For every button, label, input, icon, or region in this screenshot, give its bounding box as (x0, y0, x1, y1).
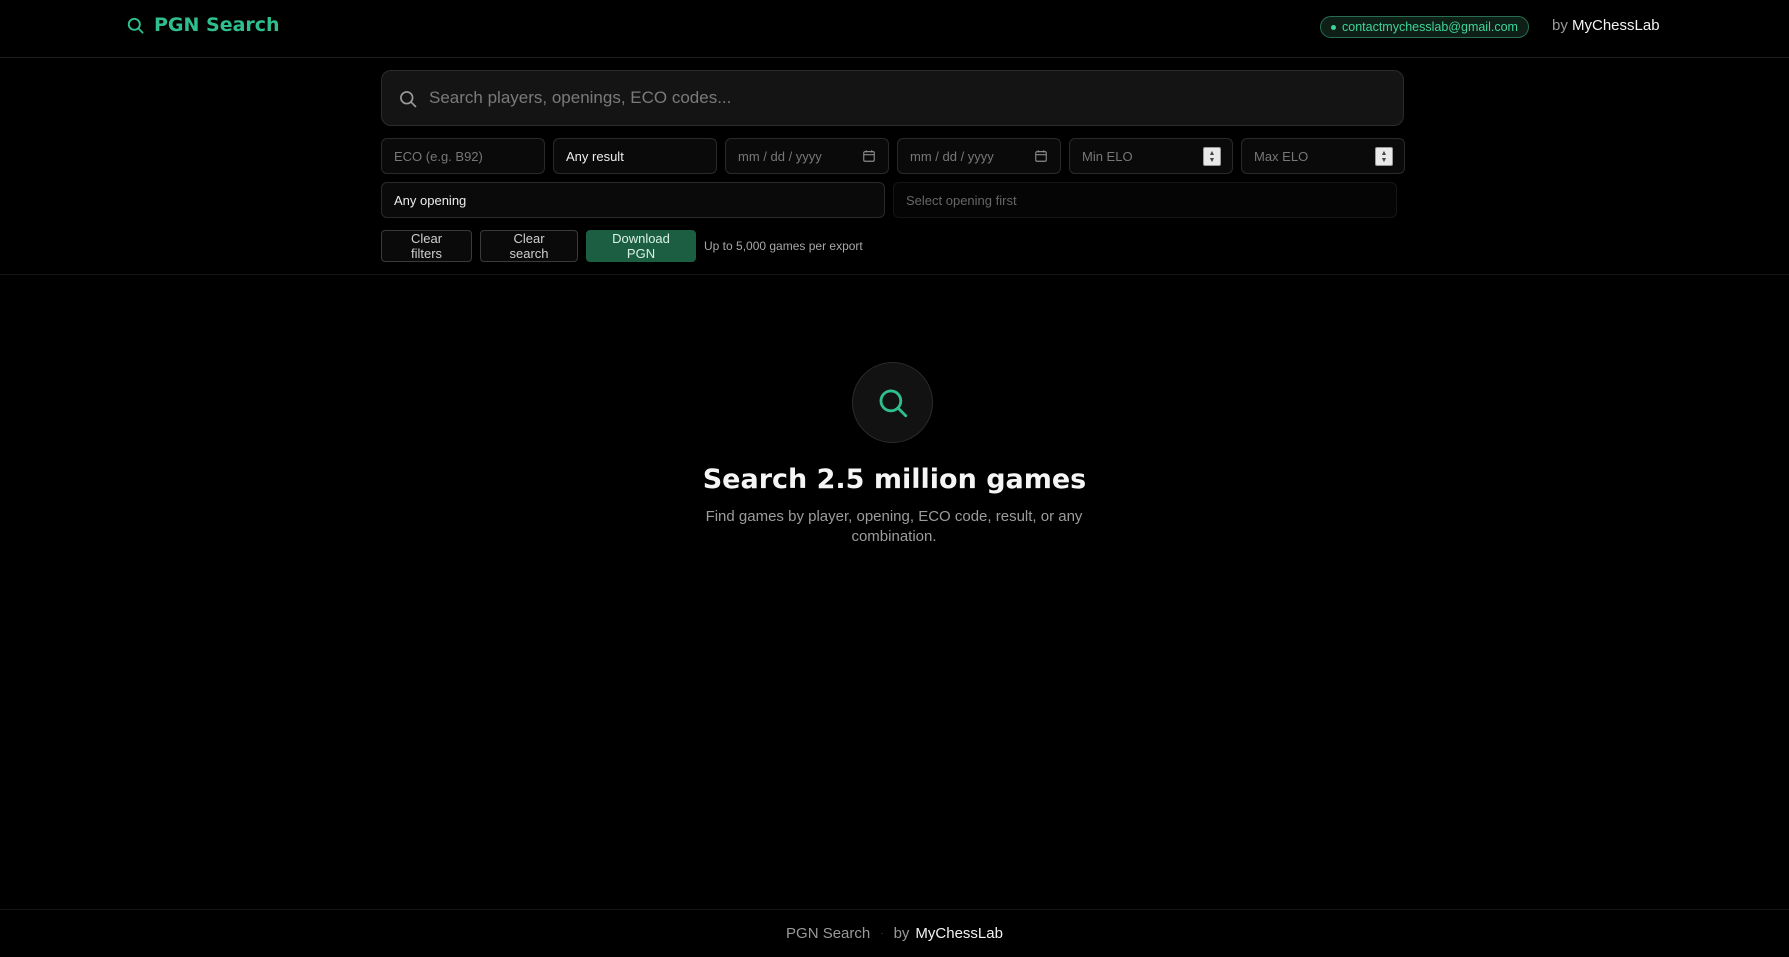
date-from-input[interactable] (738, 148, 876, 164)
footer-separator: · (880, 928, 884, 939)
min-elo-field[interactable]: ▲▼ (1069, 138, 1233, 174)
variation-select: Select opening first (893, 182, 1397, 218)
min-elo-input[interactable] (1082, 148, 1220, 164)
status-dot-icon (1331, 24, 1336, 30)
empty-state-icon (852, 362, 933, 443)
footer-by-prefix: by (893, 925, 910, 942)
search-icon (400, 91, 417, 108)
date-from-field[interactable] (725, 138, 889, 174)
footer-app-name: PGN Search (786, 925, 871, 942)
section-divider (0, 274, 1789, 275)
clear-filters-button[interactable]: Clear filters (381, 230, 472, 262)
result-select[interactable]: Any result (553, 138, 717, 174)
empty-state-title: Search 2.5 million games (702, 464, 1087, 495)
clear-search-button[interactable]: Clear search (480, 230, 578, 262)
opening-select[interactable]: Any opening (381, 182, 885, 218)
number-spinner-icon[interactable]: ▲ ▼ (1203, 147, 1221, 166)
contact-email-badge[interactable]: contactmychesslab@gmail.com (1320, 16, 1529, 38)
max-elo-input[interactable] (1254, 148, 1392, 164)
contact-email: contactmychesslab@gmail.com (1342, 20, 1518, 34)
calendar-icon[interactable] (862, 149, 876, 163)
by-prefix: by (1552, 17, 1568, 34)
number-spinner-icon[interactable]: ▲ ▼ (1375, 147, 1393, 166)
eco-input[interactable] (394, 148, 532, 164)
by-name: MyChessLab (1572, 17, 1660, 34)
search-icon (127, 17, 144, 34)
empty-state-subtitle: Find games by player, opening, ECO code,… (705, 508, 1083, 545)
calendar-icon[interactable] (1034, 149, 1048, 163)
main-search-bar[interactable] (381, 70, 1404, 126)
page-footer: PGN Search · by MyChessLab (0, 909, 1789, 957)
by-mychesslab-link[interactable]: by MyChessLab (1552, 17, 1660, 34)
download-pgn-button[interactable]: Download PGN (586, 230, 696, 262)
search-icon (879, 389, 907, 417)
variation-select-value: Select opening first (906, 192, 1017, 208)
eco-field[interactable] (381, 138, 545, 174)
opening-select-value: Any opening (394, 192, 467, 208)
footer-by-link[interactable]: MyChessLab (915, 925, 1003, 942)
brand-label: PGN Search (154, 14, 280, 36)
date-to-field[interactable] (897, 138, 1061, 174)
brand-link[interactable]: PGN Search (126, 14, 280, 36)
date-to-input[interactable] (910, 148, 1048, 164)
search-input[interactable] (429, 71, 1389, 125)
max-elo-field[interactable]: ▲▼ (1241, 138, 1405, 174)
result-select-value: Any result (566, 148, 624, 164)
top-header: PGN Search contactmychesslab@gmail.com b… (0, 0, 1789, 58)
export-note: Up to 5,000 games per export (704, 239, 863, 253)
